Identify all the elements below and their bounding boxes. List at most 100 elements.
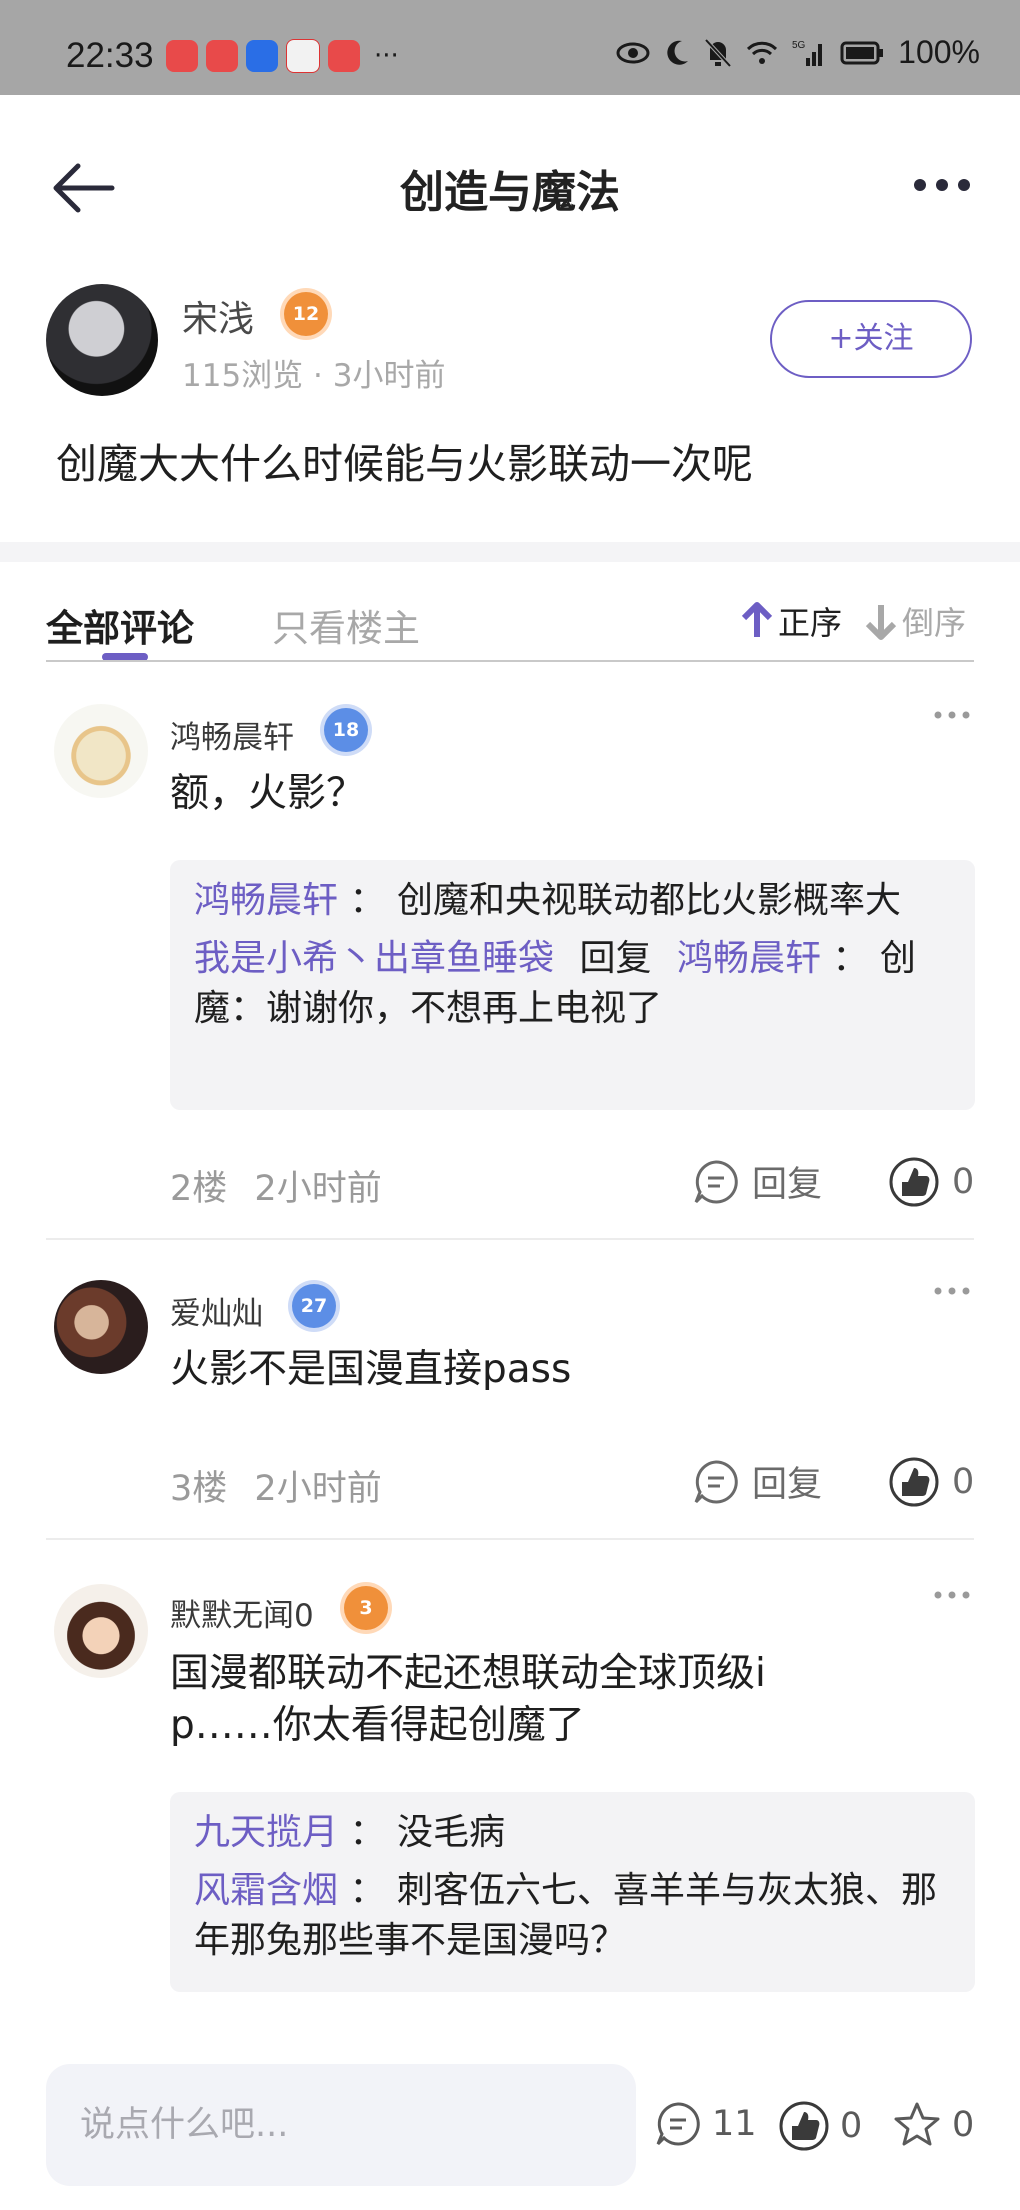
comment-time: 2小时前: [254, 1469, 382, 1509]
comment-text-line: p……你太看得起创魔了: [170, 1703, 585, 1748]
reply-button[interactable]: 回复: [692, 1456, 822, 1507]
signal-icon: 5G: [792, 40, 823, 66]
reply-separator: ：: [349, 880, 386, 921]
post-like-count: 0: [840, 2106, 863, 2146]
favorite-button[interactable]: 0: [892, 2100, 974, 2150]
status-time: 22:33: [66, 36, 154, 75]
reply-word: 回复: [579, 938, 652, 979]
comment-more-icon[interactable]: [932, 708, 972, 722]
follow-button[interactable]: +关注: [770, 300, 972, 378]
reply-thread[interactable]: 鸿畅晨轩 ： 创魔和央视联动都比火影概率大 我是小希丶出章鱼睡袋 回复 鸿畅晨轩…: [170, 860, 975, 1110]
reply-item: 九天揽月 ： 没毛病: [194, 1808, 951, 1858]
reply-button[interactable]: 回复: [692, 1156, 822, 1207]
thumbs-up-icon: [889, 1157, 939, 1207]
reply-label: 回复: [752, 1465, 823, 1505]
comment-meta: 3楼 2小时前: [170, 1460, 382, 1511]
star-icon: [894, 2102, 940, 2146]
comment-meta: 2楼 2小时前: [170, 1160, 382, 1211]
reply-username[interactable]: 鸿畅晨轩: [194, 880, 338, 921]
comment-more-icon[interactable]: [932, 1284, 972, 1298]
comment-username[interactable]: 默默无闻0: [170, 1590, 314, 1635]
meta-separator: ·: [313, 358, 333, 394]
toutiao-app-icon: [286, 39, 320, 73]
page-title: 创造与魔法: [400, 167, 620, 218]
post-meta: 115浏览 · 3小时前: [182, 350, 445, 395]
huawei-app-icon: [166, 40, 198, 72]
comment-username[interactable]: 鸿畅晨轩: [170, 712, 294, 757]
reply-target-username[interactable]: 鸿畅晨轩: [677, 938, 821, 979]
feizhu-app-icon: [246, 40, 278, 72]
reply-thread[interactable]: 九天揽月 ： 没毛病 风霜含烟 ： 刺客伍六七、喜羊羊与灰太狼、那年那兔那些事不…: [170, 1792, 975, 1992]
floor-number: 2楼: [170, 1169, 228, 1209]
thumbs-up-icon: [779, 2101, 829, 2151]
comment-bubble-icon: [656, 2102, 700, 2146]
reply-label: 回复: [752, 1165, 823, 1205]
mute-bell-icon: [704, 38, 732, 67]
wifi-icon: [747, 41, 778, 64]
system-icons: 5G 100%: [616, 34, 980, 71]
comment-text: 额，火影？: [170, 771, 366, 816]
user-level-badge: 3: [344, 1586, 388, 1630]
like-button[interactable]: 0: [888, 1156, 974, 1208]
like-count: 0: [952, 1162, 975, 1202]
user-level-badge: 18: [324, 708, 368, 752]
post-time: 3小时前: [332, 358, 446, 394]
author-name[interactable]: 宋浅: [182, 290, 254, 342]
post-like-button[interactable]: 0: [778, 2100, 862, 2152]
view-count: 115浏览: [182, 358, 304, 394]
more-options-button[interactable]: [912, 165, 972, 205]
floor-number: 3楼: [170, 1469, 228, 1509]
user-level-badge: 27: [292, 1284, 336, 1328]
reply-item: 鸿畅晨轩 ： 创魔和央视联动都比火影概率大: [194, 876, 951, 926]
tab-op-only[interactable]: 只看楼主: [272, 598, 420, 652]
reply-text: 创魔和央视联动都比火影概率大: [396, 880, 901, 921]
reply-item: 风霜含烟 ： 刺客伍六七、喜羊羊与灰太狼、那年那兔那些事不是国漫吗？: [194, 1866, 951, 1966]
comment-bubble-icon: [694, 1159, 738, 1203]
reply-separator: ：: [349, 1812, 386, 1853]
reply-username[interactable]: 风霜含烟: [194, 1870, 338, 1911]
comment-text: 国漫都联动不起还想联动全球顶级i p……你太看得起创魔了: [170, 1648, 970, 1752]
battery-icon: [840, 41, 884, 64]
comment-more-icon[interactable]: [932, 1588, 972, 1602]
sort-descending-button[interactable]: 倒序: [864, 598, 966, 644]
reply-username[interactable]: 我是小希丶出章鱼睡袋: [194, 938, 554, 979]
comment-count: 11: [712, 2104, 757, 2144]
arrow-down-icon: [865, 605, 897, 640]
comment-time: 2小时前: [254, 1169, 382, 1209]
like-button[interactable]: 0: [888, 1456, 974, 1508]
reply-item: 我是小希丶出章鱼睡袋 回复 鸿畅晨轩 ： 创魔：谢谢你，不想再上电视了: [194, 934, 951, 1034]
svg-text:5G: 5G: [792, 40, 806, 51]
reply-separator: ：: [832, 938, 869, 979]
comment-separator: [46, 1238, 974, 1240]
comment-bubble-icon: [694, 1459, 738, 1503]
reply-text: 没毛病: [396, 1812, 505, 1853]
status-bar: 22:33 ··· 5G 100%: [0, 0, 1020, 95]
thumbs-up-icon: [889, 1457, 939, 1507]
section-divider: [0, 542, 1020, 562]
battery-percent: 100%: [898, 34, 980, 70]
like-count: 0: [952, 1462, 975, 1502]
favorite-count: 0: [952, 2105, 975, 2145]
book-app-icon: [328, 40, 360, 72]
comment-input[interactable]: 说点什么吧...: [46, 2064, 636, 2186]
author-avatar[interactable]: [46, 284, 158, 396]
comment-text-line: 国漫都联动不起还想联动全球顶级i: [170, 1651, 766, 1696]
huawei-app-icon-2: [206, 40, 238, 72]
reply-separator: ：: [349, 1870, 386, 1911]
comment-text: 火影不是国漫直接pass: [170, 1347, 572, 1392]
author-level-badge: 12: [284, 292, 328, 336]
tab-all-comments[interactable]: 全部评论: [46, 598, 194, 652]
comment-avatar[interactable]: [54, 1584, 148, 1678]
comments-button[interactable]: 11: [654, 2100, 757, 2148]
arrow-up-icon: [741, 602, 773, 637]
more-dots-icon: [914, 179, 970, 191]
reply-username[interactable]: 九天揽月: [194, 1812, 338, 1853]
sort-ascending-button[interactable]: 正序: [740, 598, 842, 644]
moon-icon: [667, 40, 689, 65]
sort-asc-label: 正序: [778, 604, 843, 642]
tab-divider: [46, 660, 974, 662]
comment-separator: [46, 1538, 974, 1540]
comment-avatar[interactable]: [54, 704, 148, 798]
comment-avatar[interactable]: [54, 1280, 148, 1374]
comment-username[interactable]: 爱灿灿: [170, 1288, 263, 1333]
